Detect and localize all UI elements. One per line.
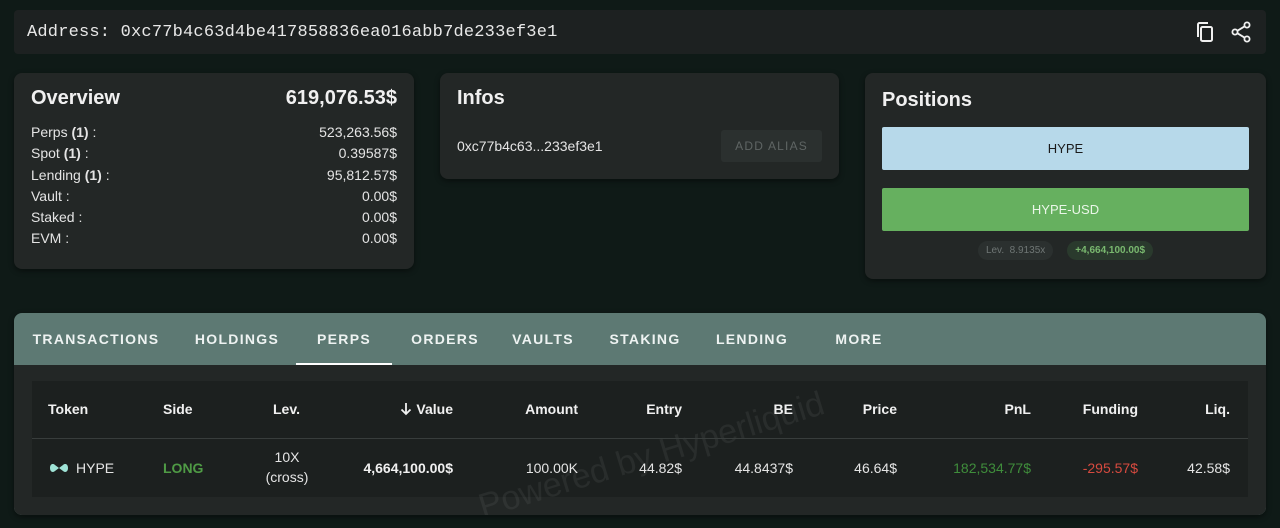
funding-cell: -295.57$ (1082, 460, 1138, 476)
overview-row-vault: Vault : 0.00$ (31, 187, 397, 204)
price-cell: 46.64$ (854, 460, 897, 476)
tab-transactions[interactable]: TRANSACTIONS (14, 313, 178, 365)
overview-row-lending: Lending (1) : 95,812.57$ (31, 166, 397, 183)
share-icon[interactable] (1229, 20, 1253, 44)
short-address: 0xc77b4c63...233ef3e1 (457, 138, 603, 154)
infos-card: Infos 0xc77b4c63...233ef3e1 ADD ALIAS (440, 73, 839, 179)
header-funding[interactable]: Funding (1083, 401, 1138, 417)
header-price[interactable]: Price (863, 401, 897, 417)
pnl-cell: 182,534.77$ (953, 460, 1031, 476)
position-bar-hype[interactable]: HYPE (882, 127, 1249, 170)
header-token[interactable]: Token (48, 401, 88, 417)
tab-vaults[interactable]: VAULTS (498, 313, 588, 365)
liq-cell: 42.58$ (1187, 460, 1230, 476)
lev-cell: 10X (cross) (265, 449, 309, 485)
tab-bar: TRANSACTIONS HOLDINGS PERPS ORDERS VAULT… (14, 313, 1266, 365)
overview-row-evm: EVM : 0.00$ (31, 230, 397, 247)
side-cell: LONG (163, 460, 204, 476)
header-liq[interactable]: Liq. (1205, 401, 1230, 417)
be-cell: 44.8437$ (734, 460, 793, 476)
tab-lending[interactable]: LENDING (702, 313, 802, 365)
header-entry[interactable]: Entry (646, 401, 682, 417)
header-value[interactable]: Value (399, 401, 453, 417)
table-row[interactable]: HYPE LONG 10X (cross) 4,664,100.00$ 100.0… (32, 439, 1248, 497)
position-bar-hype-usd[interactable]: HYPE-USD (882, 188, 1249, 231)
header-lev[interactable]: Lev. (273, 401, 300, 417)
overview-total: 619,076.53$ (285, 87, 397, 109)
infos-title: Infos (457, 87, 505, 109)
value-cell: 4,664,100.00$ (363, 460, 453, 476)
hype-token-icon (50, 464, 68, 472)
tab-more[interactable]: MORE (802, 313, 916, 365)
tab-holdings[interactable]: HOLDINGS (178, 313, 296, 365)
header-amount[interactable]: Amount (525, 401, 578, 417)
add-alias-button[interactable]: ADD ALIAS (721, 130, 822, 162)
address-bar: Address: 0xc77b4c63d4be417858836ea016abb… (14, 10, 1266, 54)
address-text: Address: 0xc77b4c63d4be417858836ea016abb… (27, 22, 558, 42)
table-header: Token Side Lev. Value Amount Entry BE Pr… (32, 381, 1248, 439)
tab-perps[interactable]: PERPS (296, 313, 392, 365)
positions-card: Positions HYPE HYPE-USD Lev. 8.9135x +4,… (865, 73, 1266, 279)
tab-orders[interactable]: ORDERS (392, 313, 498, 365)
overview-title: Overview (31, 87, 120, 109)
overview-row-spot: Spot (1) : 0.39587$ (31, 145, 397, 162)
tab-staking[interactable]: STAKING (588, 313, 702, 365)
header-be[interactable]: BE (774, 401, 793, 417)
header-pnl[interactable]: PnL (1005, 401, 1031, 417)
copy-icon[interactable] (1193, 20, 1217, 44)
sort-down-icon (401, 403, 412, 416)
header-side[interactable]: Side (163, 401, 193, 417)
token-cell: HYPE (48, 460, 114, 476)
overview-row-perps: Perps (1) : 523,263.56$ (31, 124, 397, 140)
amount-cell: 100.00K (525, 460, 578, 476)
overview-row-staked: Staked : 0.00$ (31, 209, 397, 226)
perps-table-area: Powered by Hyperliquid Token Side Lev. V… (14, 365, 1266, 515)
perps-table: Powered by Hyperliquid Token Side Lev. V… (32, 381, 1248, 515)
leverage-badge: Lev. 8.9135x (977, 241, 1054, 260)
main-panel: TRANSACTIONS HOLDINGS PERPS ORDERS VAULT… (14, 313, 1266, 515)
positions-title: Positions (882, 89, 973, 111)
entry-cell: 44.82$ (639, 460, 682, 476)
wallet-address[interactable]: 0xc77b4c63d4be417858836ea016abb7de233ef3… (121, 23, 558, 42)
overview-card: Overview 619,076.53$ Perps (1) : 523,263… (14, 73, 414, 269)
position-value-badge: +4,664,100.00$ (1067, 241, 1154, 260)
